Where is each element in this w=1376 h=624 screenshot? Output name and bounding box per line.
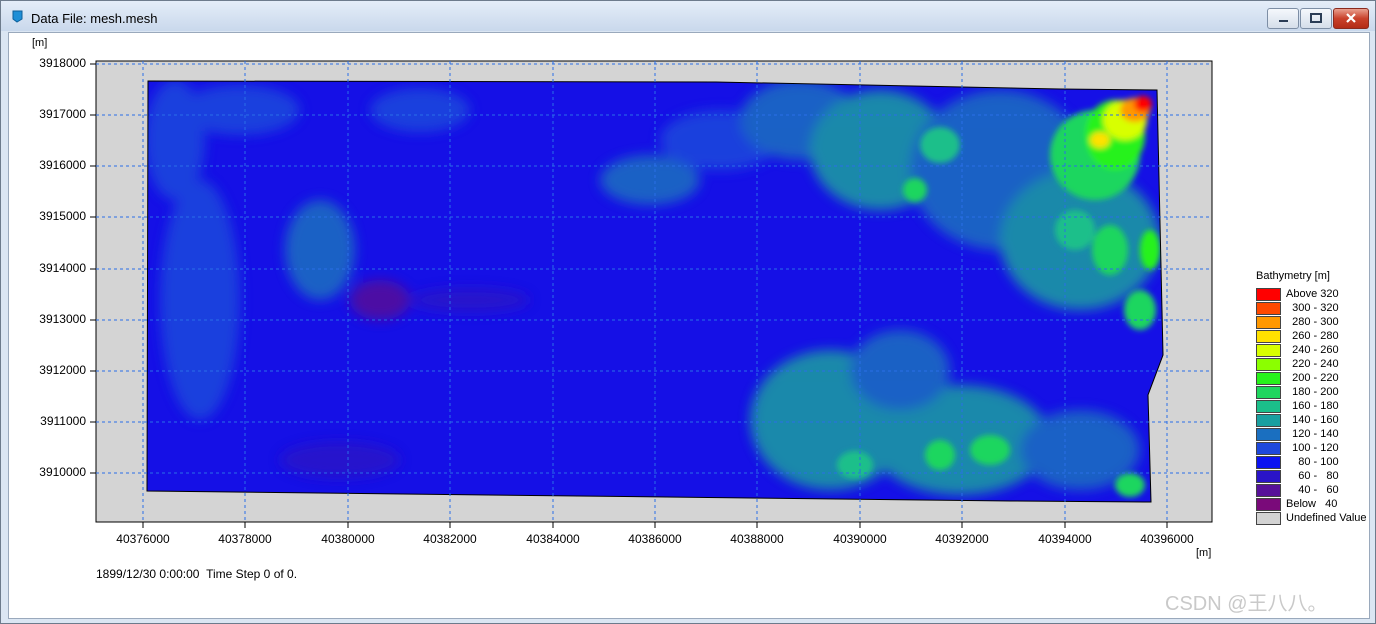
- legend-label: 100 - 120: [1286, 442, 1339, 454]
- legend-swatch: [1256, 512, 1281, 525]
- y-axis-unit: [m]: [32, 37, 48, 49]
- legend-label: 80 - 100: [1286, 456, 1339, 468]
- x-tick-label: 40394000: [1038, 532, 1092, 546]
- legend-title: Bathymetry [m]: [1256, 270, 1330, 282]
- legend-swatch: [1256, 456, 1281, 469]
- y-tick-label: 3917000: [39, 107, 86, 121]
- legend-swatch: [1256, 302, 1281, 315]
- y-tick-label: 3910000: [39, 465, 86, 479]
- x-tick-label: 40378000: [218, 532, 272, 546]
- x-axis-unit: [m]: [1196, 547, 1212, 559]
- legend-swatch: [1256, 442, 1281, 455]
- legend-label: 40 - 60: [1286, 484, 1339, 496]
- legend-label: Undefined Value: [1286, 512, 1367, 524]
- status-time: 1899/12/30 0:00:00: [96, 567, 200, 581]
- y-tick-label: 3918000: [39, 56, 86, 70]
- legend-label: 220 - 240: [1286, 358, 1339, 370]
- y-tick-label: 3913000: [39, 312, 86, 326]
- legend-swatch: [1256, 330, 1281, 343]
- x-tick-label: 40396000: [1140, 532, 1194, 546]
- legend-label: 120 - 140: [1286, 428, 1339, 440]
- legend-swatch: [1256, 470, 1281, 483]
- legend-label: 140 - 160: [1286, 414, 1339, 426]
- legend-swatch: [1256, 414, 1281, 427]
- watermark: CSDN @王八八。: [1165, 593, 1328, 615]
- legend-label: Above 320: [1286, 288, 1339, 300]
- legend-swatch: [1256, 358, 1281, 371]
- legend-swatch: [1256, 428, 1281, 441]
- x-tick-label: 40380000: [321, 532, 375, 546]
- legend-label: Below 40: [1286, 498, 1338, 510]
- x-tick-label: 40388000: [730, 532, 784, 546]
- y-tick-label: 3916000: [39, 158, 86, 172]
- x-tick-label: 40386000: [628, 532, 682, 546]
- legend-label: 260 - 280: [1286, 330, 1339, 342]
- y-tick-label: 3914000: [39, 261, 86, 275]
- legend-swatch: [1256, 288, 1281, 301]
- legend-swatch: [1256, 372, 1281, 385]
- y-tick-label: 3915000: [39, 209, 86, 223]
- legend-swatch: [1256, 316, 1281, 329]
- legend-label: 60 - 80: [1286, 470, 1339, 482]
- legend-label: 280 - 300: [1286, 316, 1339, 328]
- legend-swatch: [1256, 400, 1281, 413]
- legend-label: 180 - 200: [1286, 386, 1339, 398]
- legend-swatch: [1256, 484, 1281, 497]
- x-tick-label: 40382000: [423, 532, 477, 546]
- time-step-status: 1899/12/30 0:00:00 Time Step 0 of 0.: [96, 567, 297, 581]
- y-tick-label: 3911000: [40, 414, 86, 428]
- x-tick-label: 40384000: [526, 532, 580, 546]
- legend-label: 160 - 180: [1286, 400, 1339, 412]
- map-plot: [90, 60, 1213, 528]
- x-tick-label: 40390000: [833, 532, 887, 546]
- legend-label: 200 - 220: [1286, 372, 1339, 384]
- x-tick-label: 40376000: [116, 532, 170, 546]
- legend-label: 240 - 260: [1286, 344, 1339, 356]
- legend-swatch: [1256, 386, 1281, 399]
- y-tick-label: 3912000: [39, 363, 86, 377]
- status-step: Time Step 0 of 0.: [206, 567, 298, 581]
- legend-label: 300 - 320: [1286, 302, 1339, 314]
- legend-swatch: [1256, 344, 1281, 357]
- x-tick-label: 40392000: [935, 532, 989, 546]
- legend-swatch: [1256, 498, 1281, 511]
